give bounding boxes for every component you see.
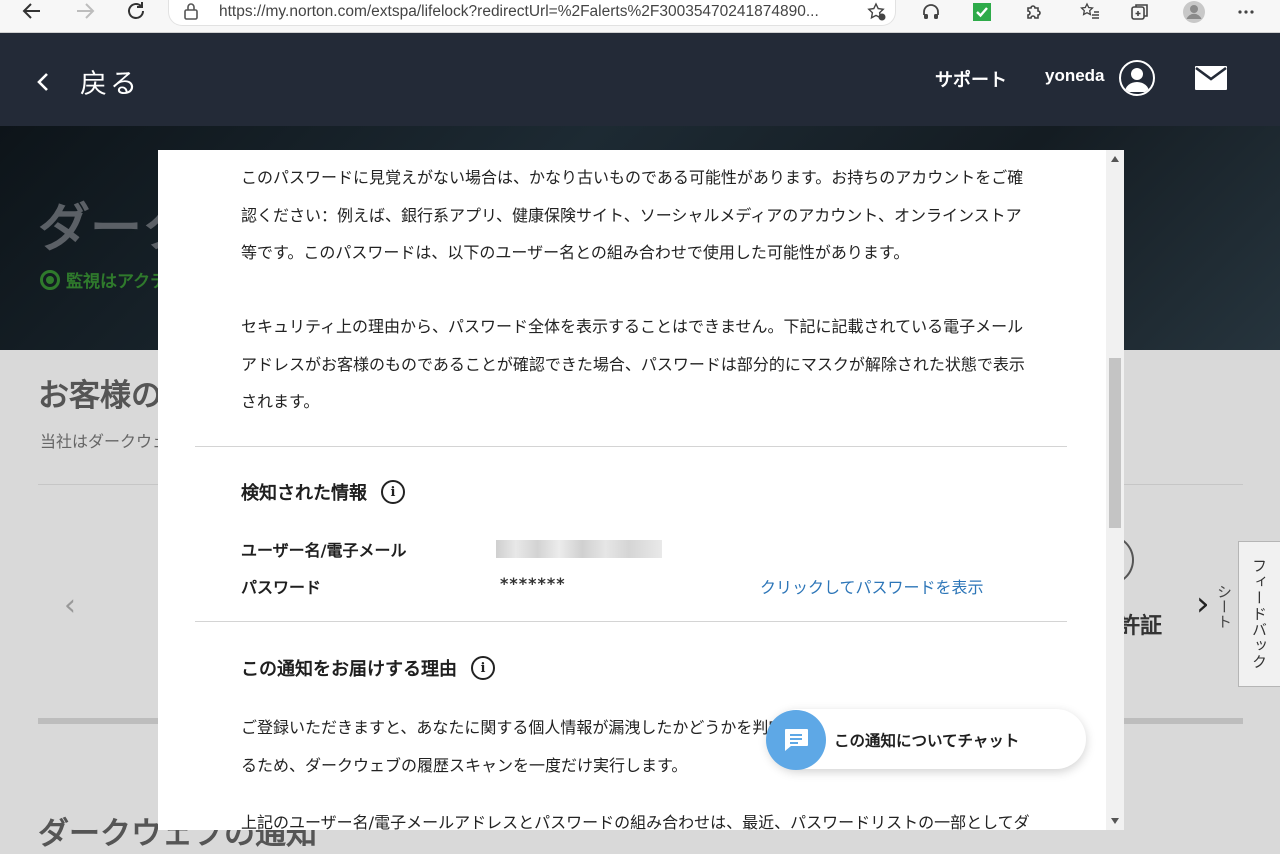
detected-info-title: 検知された情報 [241, 483, 367, 504]
password-label: パスワード [241, 578, 322, 597]
messages-button[interactable] [1195, 66, 1227, 90]
collections-icon [1131, 4, 1148, 20]
chat-bubble [766, 710, 826, 770]
intro-paragraph: このパスワードに見覚えがない場合は、かなり古いものである可能性があります。お持ち… [241, 168, 1024, 262]
browser-refresh-button[interactable] [119, 0, 153, 24]
back-label: 戻る [80, 69, 140, 100]
show-password-link[interactable]: クリックしてパスワードを表示 [760, 574, 984, 598]
carousel-prev-icon[interactable]: ‹ [64, 588, 76, 623]
browser-toolbar: https://my.norton.com/extspa/lifelock?re… [0, 0, 1280, 33]
monitoring-status: 監視はアクテ [40, 267, 167, 292]
arrow-left-icon [22, 3, 40, 19]
caret-up-icon [1111, 156, 1119, 162]
password-value: ******* [500, 574, 566, 593]
security-paragraph: セキュリティ上の理由から、パスワード全体を表示することはできません。下記に記載さ… [241, 317, 1025, 411]
section-divider [195, 446, 1067, 447]
scrollbar-thumb[interactable] [1109, 358, 1121, 528]
more-menu-button[interactable] [1232, 0, 1260, 24]
profile-button[interactable] [1180, 0, 1208, 24]
chevron-left-icon [37, 72, 48, 91]
background-heading: お客様の [38, 378, 162, 414]
checkmark-icon [973, 3, 991, 21]
caret-down-icon [1111, 818, 1119, 824]
section-divider [195, 621, 1067, 622]
lock-icon [184, 3, 198, 20]
site-header: 戻る サポート yoneda [0, 33, 1280, 126]
profile-icon [1183, 1, 1205, 23]
card-label: 許証 [1118, 614, 1163, 639]
mail-icon [1195, 66, 1227, 90]
favorites-list-icon [1080, 2, 1099, 19]
carousel-next-icon[interactable]: › [1196, 584, 1210, 624]
reason-paragraph-2: 上記のユーザー名/電子メールアドレスとパスワードの組み合わせは、最近、パスワード… [241, 813, 1030, 830]
back-button[interactable]: 戻る [36, 62, 140, 101]
avatar[interactable] [1119, 60, 1155, 96]
refresh-icon [128, 2, 144, 19]
scroll-down-button[interactable] [1106, 812, 1124, 830]
browser-forward-button[interactable] [68, 0, 102, 24]
headphones-icon [923, 4, 939, 19]
username-label: ユーザー名/電子メール [241, 541, 407, 560]
background-subtext: 当社はダークウェ [40, 432, 169, 451]
arrow-right-icon [77, 3, 95, 19]
detected-info-heading: 検知された情報 i [241, 479, 405, 505]
more-dots-icon [1238, 10, 1254, 14]
user-icon [1125, 68, 1149, 92]
reason-paragraph-1: ご登録いただきますと、あなたに関する個人情報が漏洩したかどうかを判定するため、ダ… [241, 718, 801, 775]
reason-title: この通知をお届けする理由 [241, 659, 457, 680]
puzzle-icon [1027, 5, 1041, 19]
chat-about-alert-button[interactable]: この通知についてチャット [766, 709, 1086, 770]
extensions-button[interactable] [1020, 0, 1048, 24]
collections-button[interactable] [1126, 0, 1154, 24]
scroll-up-button[interactable] [1106, 150, 1124, 168]
masked-email-value [496, 540, 662, 558]
info-icon[interactable]: i [471, 656, 495, 680]
browser-back-button[interactable] [15, 0, 49, 24]
username[interactable]: yoneda [1045, 66, 1105, 86]
modal-scrollbar[interactable] [1106, 150, 1124, 830]
monitoring-status-label: 監視はアクテ [66, 272, 168, 292]
extension-button[interactable] [917, 0, 945, 24]
norton-extension-button[interactable] [968, 0, 996, 24]
reason-heading: この通知をお届けする理由 i [241, 655, 495, 681]
feedback-tab[interactable]: フィードバック [1238, 541, 1280, 687]
favorites-button[interactable] [1076, 0, 1104, 24]
status-dot-icon [40, 269, 60, 290]
support-link[interactable]: サポート [935, 66, 1007, 92]
chat-icon [785, 729, 808, 751]
card-vertical-text: シート [1215, 584, 1233, 629]
chat-label: この通知についてチャット [834, 732, 1020, 750]
address-bar[interactable]: https://my.norton.com/extspa/lifelock?re… [168, 0, 896, 26]
add-favorite-button[interactable] [863, 0, 891, 24]
url-text: https://my.norton.com/extspa/lifelock?re… [219, 3, 819, 20]
info-icon[interactable]: i [381, 480, 405, 504]
star-add-icon [867, 2, 886, 21]
